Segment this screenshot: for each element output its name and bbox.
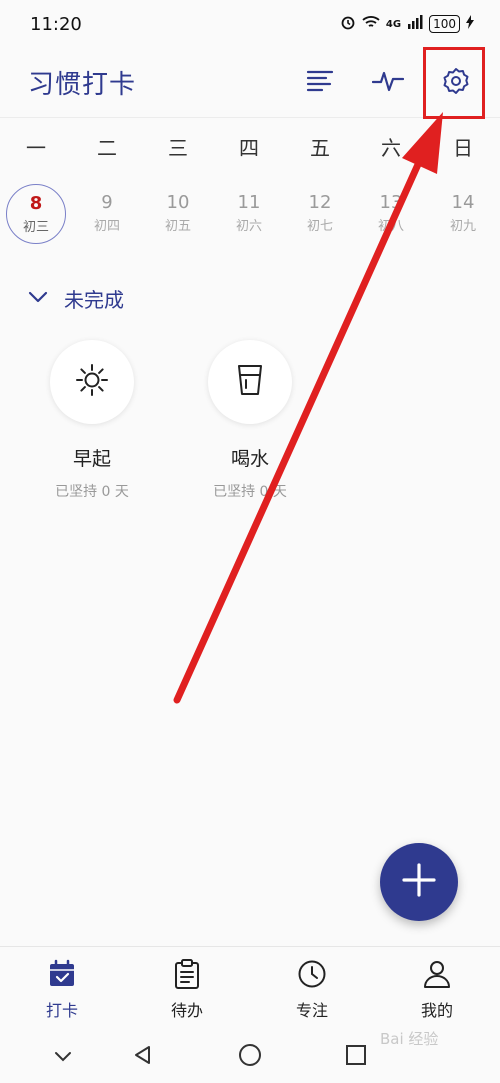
date-strip: 8 初三 9 初四 10 初五 11 初六 12 初七 13 初八 14 初九 (0, 184, 500, 246)
weekday-label: 二 (97, 136, 117, 160)
date-cell[interactable]: 10 初五 (148, 184, 208, 244)
system-recents-button[interactable] (341, 1042, 371, 1072)
battery-indicator: 100 (429, 15, 460, 33)
date-number: 11 (237, 192, 261, 213)
tab-checkin[interactable]: 打卡 (17, 957, 107, 1021)
weekday-label: 六 (381, 136, 401, 160)
habit-card: 喝水 已坚持 0 天 (170, 340, 330, 501)
habit-card: 早起 已坚持 0 天 (12, 340, 172, 501)
tab-label: 打卡 (45, 1001, 78, 1020)
signal-label: 4G (385, 18, 402, 30)
date-number: 13 (379, 192, 403, 213)
system-collapse-button[interactable] (48, 1042, 78, 1072)
lunar-date: 初六 (235, 219, 262, 234)
calendar-check-icon (17, 957, 107, 991)
lunar-date: 初三 (22, 220, 49, 235)
tab-label: 我的 (420, 1001, 453, 1020)
date-cell-today[interactable]: 8 初三 (6, 184, 66, 244)
date-cell[interactable]: 14 初九 (433, 184, 493, 244)
date-cell[interactable]: 11 初六 (219, 184, 279, 244)
sort-list-button[interactable] (300, 63, 340, 103)
weekday-label: 五 (310, 136, 330, 160)
habit-name: 喝水 (230, 448, 269, 470)
highlight-box (423, 47, 485, 119)
date-number: 12 (308, 192, 332, 213)
status-time: 11:20 (30, 13, 82, 35)
lunar-date: 初四 (93, 219, 120, 234)
weekday-label: 日 (453, 136, 473, 160)
date-cell[interactable]: 9 初四 (77, 184, 137, 244)
habit-streak: 已坚持 0 天 (213, 484, 287, 500)
date-cell[interactable]: 12 初七 (290, 184, 350, 244)
week-header: 一 二 三 四 五 六 日 (0, 132, 500, 172)
habit-streak: 已坚持 0 天 (55, 484, 129, 500)
system-back-button[interactable] (128, 1042, 158, 1072)
date-number: 14 (451, 192, 475, 213)
habit-checkin-button[interactable] (50, 340, 134, 424)
tab-todo[interactable]: 待办 (142, 957, 232, 1021)
back-triangle-icon (132, 1044, 154, 1070)
chevron-down-icon (28, 289, 48, 308)
habit-checkin-button[interactable] (208, 340, 292, 424)
charging-icon (466, 15, 474, 33)
alarm-icon (340, 14, 356, 34)
home-circle-icon (238, 1043, 262, 1071)
tab-label: 待办 (170, 1001, 203, 1020)
signal-icon (407, 15, 423, 33)
lunar-date: 初八 (377, 219, 404, 234)
section-title: 未完成 (64, 287, 124, 312)
tab-focus[interactable]: 专注 (267, 957, 357, 1021)
lunar-date: 初七 (306, 219, 333, 234)
clock-icon (267, 957, 357, 991)
system-home-button[interactable] (235, 1042, 265, 1072)
status-icons: 4G 100 (340, 14, 474, 34)
date-cell[interactable]: 13 初八 (361, 184, 421, 244)
section-toggle-incomplete[interactable]: 未完成 (28, 284, 124, 312)
weekday-label: 三 (168, 136, 188, 160)
bottom-nav: 打卡 待办 专注 我的 (0, 946, 500, 1028)
date-number: 10 (166, 192, 190, 213)
habit-name: 早起 (72, 448, 111, 470)
list-icon (306, 69, 334, 97)
date-number: 8 (29, 193, 43, 214)
clipboard-icon (142, 957, 232, 991)
add-habit-button[interactable] (380, 843, 458, 921)
pulse-icon (371, 69, 405, 97)
weekday-label: 一 (26, 136, 46, 160)
plus-icon (401, 862, 437, 902)
page-title: 习惯打卡 (28, 70, 137, 100)
weekday-label: 四 (239, 136, 259, 160)
tab-mine[interactable]: 我的 (392, 957, 482, 1021)
sun-icon (75, 363, 109, 401)
lunar-date: 初五 (164, 219, 191, 234)
watermark: Bai 经验 (380, 1030, 439, 1048)
cup-icon (235, 363, 265, 401)
wifi-icon (362, 14, 380, 34)
date-number: 9 (101, 192, 113, 213)
recents-square-icon (345, 1044, 367, 1070)
chevron-down-icon (53, 1048, 73, 1067)
statistics-button[interactable] (368, 63, 408, 103)
person-icon (392, 957, 482, 991)
lunar-date: 初九 (449, 219, 476, 234)
tab-label: 专注 (295, 1001, 328, 1020)
status-bar: 11:20 4G 100 (0, 0, 500, 48)
